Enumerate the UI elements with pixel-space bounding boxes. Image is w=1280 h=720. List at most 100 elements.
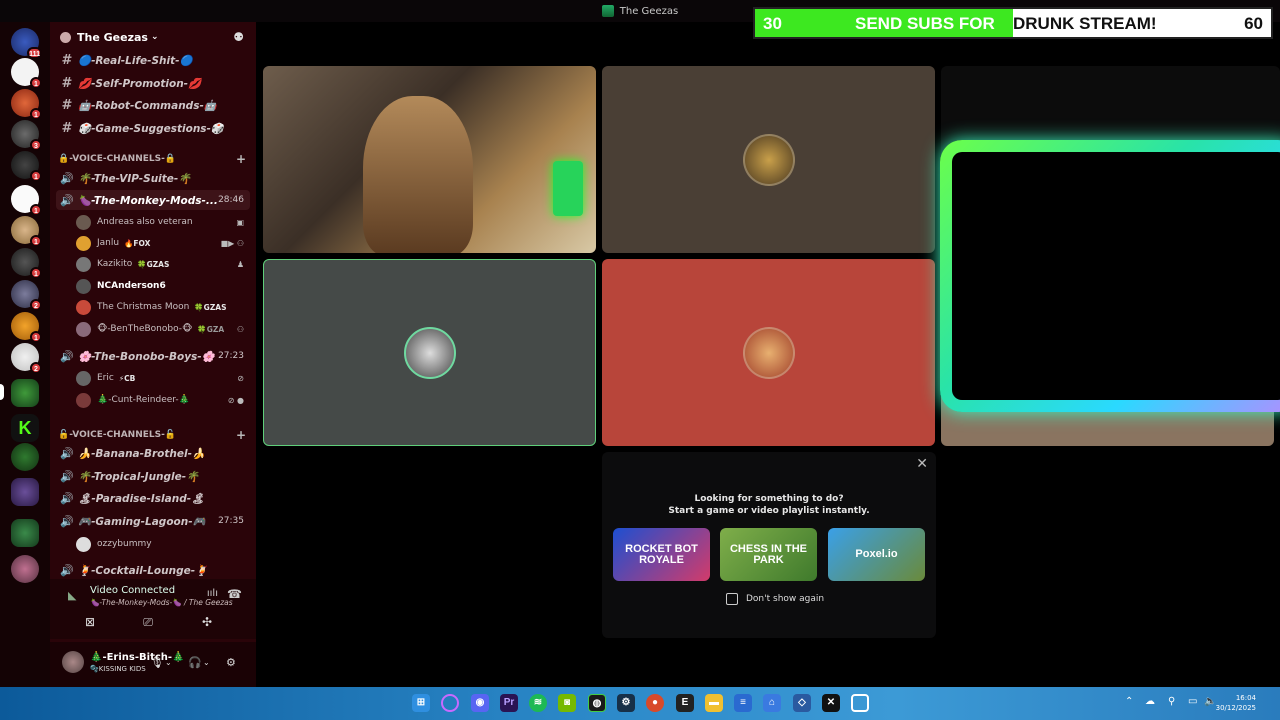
category-header[interactable]: 🔒-VOICE-CHANNELS-🔒 + [58, 152, 248, 166]
server-icon[interactable]: 1 [11, 151, 42, 182]
dont-show-checkbox[interactable] [726, 593, 738, 605]
microphone-icon[interactable]: 🎙 [150, 656, 164, 669]
server-icon[interactable]: 1 [11, 216, 42, 247]
voice-member[interactable]: Eric ⚡CB ⊘ [76, 368, 248, 388]
server-header[interactable]: The Geezas ⌄ ⚉ [50, 22, 256, 52]
voice-channel-path[interactable]: 🍆-The-Monkey-Mods-🍆 / The Geezas [90, 598, 233, 607]
channel-label: 🤖-Robot-Commands-🤖 [78, 99, 217, 112]
avatar [76, 278, 91, 294]
channel-label: 🎮-Gaming-Lagoon-🎮 [78, 515, 206, 528]
vscode-icon[interactable]: ◇ [793, 694, 811, 712]
activity-suggestion-card: ✕ Looking for something to do? Start a g… [602, 452, 936, 638]
server-icon[interactable]: 2 [11, 280, 42, 311]
server-icon[interactable]: 2 [11, 343, 42, 374]
camera-off-icon[interactable]: ⊠ [78, 615, 102, 633]
voice-member[interactable]: 🐵-BenTheBonobo-🐵 🍀GZA ⚇ [76, 319, 248, 339]
server-icon[interactable]: 1 [11, 248, 42, 279]
server-icon[interactable]: 1 [11, 185, 42, 216]
voice-member[interactable]: The Christmas Moon 🍀GZAS [76, 297, 248, 317]
server-icon[interactable]: 111 [11, 28, 42, 59]
category-header[interactable]: 🔓-VOICE-CHANNELS-🔓 + [58, 428, 248, 442]
sub-goal-message-2: DRUNK STREAM! [1013, 14, 1157, 33]
channel-voice[interactable]: 🔊 🌴-The-VIP-Suite-🌴 [56, 168, 250, 188]
speaker-icon: 🔊 [60, 446, 74, 460]
channel-voice[interactable]: 🔊 🏝-Paradise-Island-🏝 [56, 488, 250, 508]
voice-member[interactable]: ozzybummy [76, 534, 248, 554]
store-icon[interactable]: ⌂ [763, 694, 781, 712]
usb-icon[interactable]: ⚲ [1168, 696, 1175, 707]
invite-icon[interactable]: ⚉ [233, 30, 244, 44]
spotify-icon[interactable]: ≋ [529, 694, 547, 712]
voice-member[interactable]: Andreas also veteran ▣ [76, 212, 248, 232]
channel-voice[interactable]: 🔊 🎮-Gaming-Lagoon-🎮 27:35 [56, 511, 250, 531]
hash-icon: # [61, 52, 73, 68]
channel-text[interactable]: # 🔵-Real-Life-Shit-🔵 [56, 50, 250, 70]
nvidia-icon[interactable]: ◙ [558, 694, 576, 712]
tray-chevron-icon[interactable]: ⌃ [1125, 696, 1133, 707]
channel-voice[interactable]: 🔊 🌸-The-Bonobo-Boys-🌸 27:23 [56, 346, 250, 366]
server-icon-geezas[interactable] [11, 379, 39, 407]
server-icon[interactable]: 1 [11, 312, 42, 343]
video-tile-avatar[interactable] [602, 66, 935, 253]
avatar [76, 235, 91, 251]
user-avatar[interactable] [62, 651, 84, 673]
video-tile-speaking[interactable] [263, 259, 596, 446]
channel-text[interactable]: # 🤖-Robot-Commands-🤖 [56, 95, 250, 115]
window-icon[interactable] [851, 694, 869, 712]
voice-member[interactable]: 🎄-Cunt-Reindeer-🎄 ⊘ ● [76, 390, 248, 410]
chevron-down-icon[interactable]: ⌄ [165, 658, 172, 667]
voice-member[interactable]: Kazikito 🍀GZAS ♟ [76, 254, 248, 274]
channel-voice[interactable]: 🔊 🍹-Cocktail-Lounge-🍹 [56, 560, 250, 580]
channel-voice[interactable]: 🔊 🌴-Tropical-Jungle-🌴 [56, 466, 250, 486]
signal-icon: ◣ [68, 589, 77, 602]
steam-icon[interactable]: ⚙ [617, 694, 635, 712]
obs-icon[interactable]: ◍ [588, 694, 606, 712]
discord-icon[interactable]: ◉ [471, 694, 489, 712]
server-icon[interactable]: 1 [11, 89, 42, 120]
server-icon[interactable]: 1 [11, 58, 42, 89]
channel-text[interactable]: # 🎲-Game-Suggestions-🎲 [56, 118, 250, 138]
game-chess-in-the-park[interactable]: CHESS IN THE PARK [720, 528, 817, 581]
game-rocket-bot-royale[interactable]: ROCKET BOT ROYALE [613, 528, 710, 581]
server-icon[interactable] [11, 478, 39, 506]
server-icon[interactable] [11, 443, 39, 471]
member-name: Andreas also veteran [97, 217, 193, 227]
headphones-icon[interactable]: 🎧 [188, 656, 202, 669]
activity-heading: Looking for something to do? [694, 494, 844, 504]
activities-icon[interactable]: ✣ [195, 615, 219, 633]
epic-icon[interactable]: E [676, 694, 694, 712]
voice-member[interactable]: NCAnderson6 [76, 276, 248, 296]
game-poxel-io[interactable]: Poxel.io [828, 528, 925, 581]
video-tile-avatar[interactable] [602, 259, 935, 446]
capcut-icon[interactable]: ✕ [822, 694, 840, 712]
volume-icon[interactable]: 🔈 [1204, 696, 1216, 707]
start-icon[interactable]: ⊞ [412, 694, 430, 712]
voice-member[interactable]: Janlu 🔥FOX ■▶ ⚇ [76, 233, 248, 253]
folder-icon[interactable]: ▬ [705, 694, 723, 712]
display-icon[interactable]: ▭ [1188, 696, 1197, 707]
video-tile-camera[interactable] [263, 66, 596, 253]
plus-icon[interactable]: + [236, 152, 246, 166]
premiere-icon[interactable]: Pr [500, 694, 518, 712]
close-icon[interactable]: ✕ [916, 456, 928, 472]
noise-suppression-icon[interactable]: ıılı [207, 588, 218, 599]
server-badge: 1 [30, 267, 42, 279]
browser-icon[interactable]: ● [646, 694, 664, 712]
server-icon[interactable] [11, 519, 39, 547]
server-icon[interactable]: 3 [11, 120, 42, 151]
disconnect-icon[interactable]: ☎ [227, 587, 242, 601]
notepad-icon[interactable]: ≡ [734, 694, 752, 712]
app-icon [601, 5, 614, 17]
settings-gear-icon[interactable]: ⚙ [226, 656, 236, 669]
system-clock[interactable]: 16:04 30/12/2025 [1216, 693, 1256, 713]
screen-share-icon[interactable]: ⎚ [136, 615, 160, 633]
channel-voice-active[interactable]: 🔊 🍆-The-Monkey-Mods-... 28:46 [56, 190, 250, 210]
network-icon[interactable]: ☁ [1145, 696, 1155, 707]
kick-icon[interactable]: K [11, 414, 39, 442]
cortana-icon[interactable] [441, 694, 459, 712]
plus-icon[interactable]: + [236, 428, 246, 442]
channel-text[interactable]: # 💋-Self-Promotion-💋 [56, 73, 250, 93]
server-icon[interactable] [11, 555, 39, 583]
chevron-down-icon[interactable]: ⌄ [203, 658, 210, 667]
channel-voice[interactable]: 🔊 🍌-Banana-Brothel-🍌 [56, 443, 250, 463]
